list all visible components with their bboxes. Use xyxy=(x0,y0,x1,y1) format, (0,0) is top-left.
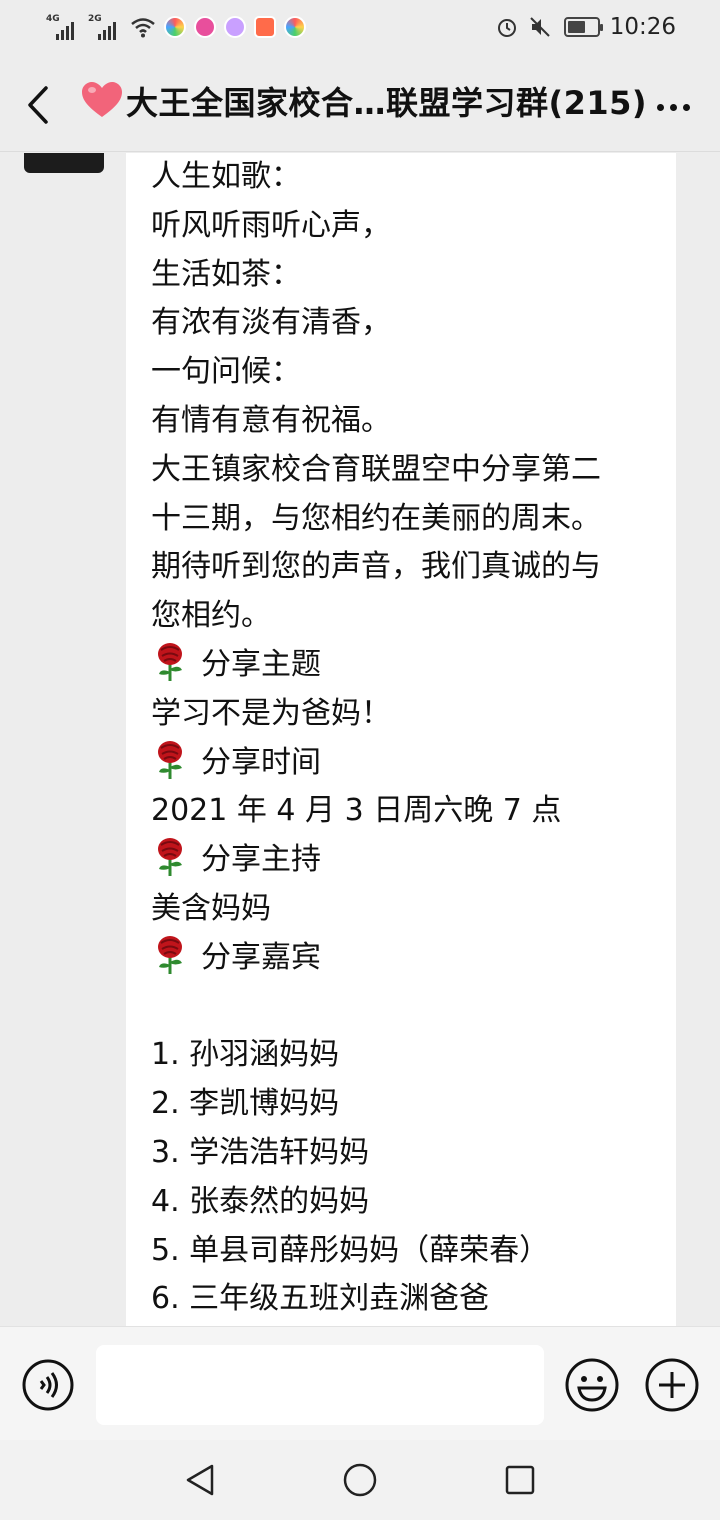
battery-icon xyxy=(563,17,603,37)
system-navigation-bar xyxy=(0,1440,720,1520)
message-line: 分享主题 xyxy=(151,641,676,690)
chat-header: 大王全国家校合…联盟学习群(215) xyxy=(0,58,720,152)
app-notification-icon xyxy=(254,16,276,38)
status-right: 10:26 xyxy=(496,14,676,40)
message-line xyxy=(151,983,676,1032)
message-line: 4. 张泰然的妈妈 xyxy=(151,1178,676,1227)
message-line: 分享主持 xyxy=(151,836,676,885)
message-line: 分享嘉宾 xyxy=(151,934,676,983)
more-dot xyxy=(683,104,690,111)
chat-area[interactable]: 人生如歌： 听风听雨听心声， 生活如茶： 有浓有淡有清香， 一句问候： 有情有意有祝福。大… xyxy=(0,153,720,1326)
nav-recents-button[interactable] xyxy=(500,1460,540,1500)
message-line: 十三期，与您相约在美丽的周末。 xyxy=(151,495,676,544)
more-dot xyxy=(670,104,677,111)
app-notification-icon xyxy=(194,16,216,38)
more-options-button[interactable] xyxy=(651,104,690,111)
message-input[interactable] xyxy=(96,1345,544,1425)
message-line-text: 2021 年 4 月 3 日周六晚 7 点 xyxy=(151,793,562,829)
input-bar xyxy=(0,1326,720,1440)
status-bar: 4G 2G 10:26 xyxy=(0,0,720,58)
message-line: 有情有意有祝福。 xyxy=(151,397,676,446)
message-line-text: 4. 张泰然的妈妈 xyxy=(151,1183,370,1219)
music-app-icon xyxy=(224,16,246,38)
signal-icon: 4G xyxy=(46,14,80,40)
message-line-text: 分享主持 xyxy=(201,842,321,878)
message-line-text: 有浓有淡有清香， xyxy=(151,305,391,341)
rose-icon xyxy=(158,642,182,681)
mute-icon xyxy=(529,17,550,37)
message-line-text: 6. 三年级五班刘垚渊爸爸 xyxy=(151,1281,490,1317)
signal-icon: 2G xyxy=(88,14,122,40)
message-line: 5. 单县司薛彤妈妈（薛荣春） xyxy=(151,1227,676,1276)
message-line: 分享时间 xyxy=(151,739,676,788)
message-line-text: 大王镇家校合育联盟空中分享第二 xyxy=(151,451,601,487)
message-line-text: 人生如歌： xyxy=(151,159,301,194)
signal-generation-label: 4G xyxy=(46,14,60,24)
message-line-text: 分享时间 xyxy=(201,744,321,780)
status-time: 10:26 xyxy=(609,14,676,40)
message-line: 人生如歌： xyxy=(151,153,676,202)
message-line: 3. 学浩浩轩妈妈 xyxy=(151,1129,676,1178)
avatar[interactable] xyxy=(24,153,104,173)
message-line: 听风听雨听心声， xyxy=(151,202,676,251)
message-line-text: 十三期，与您相约在美丽的周末。 xyxy=(151,500,601,536)
message-line: 大王镇家校合育联盟空中分享第二 xyxy=(151,446,676,495)
message-line-text: 期待听到您的声音，我们真诚的与 xyxy=(151,549,601,585)
message-bubble[interactable]: 人生如歌： 听风听雨听心声， 生活如茶： 有浓有淡有清香， 一句问候： 有情有意有祝福。大… xyxy=(126,153,676,1326)
message-line-text: 听风听雨听心声， xyxy=(151,207,391,243)
alarm-icon xyxy=(497,19,516,37)
message-line: 美含妈妈 xyxy=(151,885,676,934)
message-line-text: 5. 单县司薛彤妈妈（薛荣春） xyxy=(151,1232,550,1268)
app-notification-icon xyxy=(284,16,306,38)
message-line: 有浓有淡有清香， xyxy=(151,299,676,348)
message-line-text: 学习不是为爸妈！ xyxy=(151,695,391,731)
message-line: 您相约。 xyxy=(151,592,676,641)
message-line-text: 分享主题 xyxy=(201,646,321,682)
nav-back-button[interactable] xyxy=(180,1460,220,1500)
message-line-text: 生活如茶： xyxy=(151,256,301,292)
chat-title: 大王全国家校合…联盟学习群(215) xyxy=(80,78,647,124)
voice-input-button[interactable] xyxy=(22,1359,74,1411)
message-line-text: 有情有意有祝福。 xyxy=(151,402,391,438)
signal-generation-label: 2G xyxy=(88,14,102,24)
message-line: 2. 李凯博妈妈 xyxy=(151,1080,676,1129)
wifi-icon xyxy=(131,18,155,38)
message-line-text: 3. 学浩浩轩妈妈 xyxy=(151,1134,370,1170)
app-notification-icon xyxy=(164,16,186,38)
back-button[interactable] xyxy=(20,82,60,128)
message-line-text: 2. 李凯博妈妈 xyxy=(151,1086,340,1122)
message-line: 一句问候： xyxy=(151,348,676,397)
message-line-text: 1. 孙羽涵妈妈 xyxy=(151,1037,340,1073)
message-line-text: 您相约。 xyxy=(151,598,271,634)
nav-home-button[interactable] xyxy=(340,1460,380,1500)
message-line-text: 美含妈妈 xyxy=(151,890,271,926)
status-left: 4G 2G xyxy=(46,14,314,40)
emoji-button[interactable] xyxy=(564,1357,620,1413)
message-line: 6. 三年级五班刘垚渊爸爸 xyxy=(151,1275,676,1324)
message-line: 期待听到您的声音，我们真诚的与 xyxy=(151,543,676,592)
message-line: 2021 年 4 月 3 日周六晚 7 点 xyxy=(151,787,676,836)
rose-icon xyxy=(158,935,182,974)
message-line-text: 分享嘉宾 xyxy=(201,939,321,975)
rose-icon xyxy=(158,838,182,877)
message-line: 学习不是为爸妈！ xyxy=(151,690,676,739)
rose-icon xyxy=(158,740,182,779)
message-line-text: 一句问候： xyxy=(151,354,301,390)
chat-title-text: 大王全国家校合…联盟学习群(215) xyxy=(126,84,648,122)
message-line: 生活如茶： xyxy=(151,251,676,300)
message-line: 1. 孙羽涵妈妈 xyxy=(151,1031,676,1080)
more-dot xyxy=(657,104,664,111)
more-functions-button[interactable] xyxy=(644,1357,700,1413)
heart-icon xyxy=(82,82,122,117)
